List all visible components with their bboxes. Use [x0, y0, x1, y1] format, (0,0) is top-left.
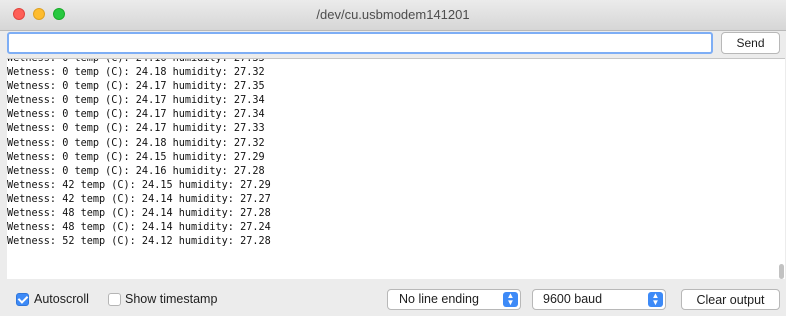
- serial-input-field[interactable]: [7, 32, 713, 54]
- send-row: Send: [0, 31, 786, 57]
- autoscroll-label[interactable]: Autoscroll: [34, 292, 89, 306]
- output-line: Wetness: 0 temp (C): 24.17 humidity: 27.…: [7, 109, 265, 121]
- title-bar: /dev/cu.usbmodem141201: [0, 0, 786, 31]
- line-ending-value: No line ending: [399, 292, 479, 306]
- output-line: Wetness: 0 temp (C): 24.17 humidity: 27.…: [7, 123, 265, 135]
- output-line: Wetness: 0 temp (C): 24.18 humidity: 27.…: [7, 67, 265, 79]
- show-timestamp-checkbox[interactable]: [108, 293, 121, 306]
- output-line: Wetness: 42 temp (C): 24.14 humidity: 27…: [7, 193, 271, 205]
- updown-chevron-icon: ▲ ▼: [503, 292, 518, 307]
- baud-rate-select[interactable]: 9600 baud ▲ ▼: [532, 289, 666, 310]
- output-lines: Wetness: 0 temp (C): 24.16 humidity: 27.…: [7, 58, 271, 249]
- send-button[interactable]: Send: [721, 32, 780, 54]
- vertical-scrollbar[interactable]: [777, 59, 785, 279]
- serial-monitor-window: /dev/cu.usbmodem141201 Send Wetness: 0 t…: [0, 0, 786, 316]
- updown-chevron-icon: ▲ ▼: [648, 292, 663, 307]
- clear-output-button[interactable]: Clear output: [681, 289, 780, 310]
- output-line: Wetness: 48 temp (C): 24.14 humidity: 27…: [7, 222, 271, 234]
- scrollbar-thumb[interactable]: [779, 264, 784, 279]
- output-line: Wetness: 0 temp (C): 24.16 humidity: 27.…: [7, 165, 265, 177]
- window-title: /dev/cu.usbmodem141201: [316, 7, 470, 22]
- output-line: Wetness: 0 temp (C): 24.17 humidity: 27.…: [7, 81, 265, 93]
- autoscroll-checkbox[interactable]: [16, 293, 29, 306]
- baud-rate-value: 9600 baud: [543, 292, 603, 306]
- output-line: Wetness: 0 temp (C): 24.18 humidity: 27.…: [7, 137, 265, 149]
- output-line: Wetness: 0 temp (C): 24.15 humidity: 27.…: [7, 151, 265, 163]
- output-line: Wetness: 42 temp (C): 24.15 humidity: 27…: [7, 179, 271, 191]
- output-line: Wetness: 0 temp (C): 24.16 humidity: 27.…: [7, 58, 265, 64]
- serial-output-area[interactable]: Wetness: 0 temp (C): 24.16 humidity: 27.…: [7, 58, 785, 279]
- output-line: Wetness: 0 temp (C): 24.17 humidity: 27.…: [7, 95, 265, 107]
- show-timestamp-label[interactable]: Show timestamp: [125, 292, 217, 306]
- output-line: Wetness: 52 temp (C): 24.12 humidity: 27…: [7, 236, 271, 248]
- output-line: Wetness: 48 temp (C): 24.14 humidity: 27…: [7, 208, 271, 220]
- line-ending-select[interactable]: No line ending ▲ ▼: [387, 289, 521, 310]
- bottom-toolbar: Autoscroll Show timestamp No line ending…: [0, 279, 786, 316]
